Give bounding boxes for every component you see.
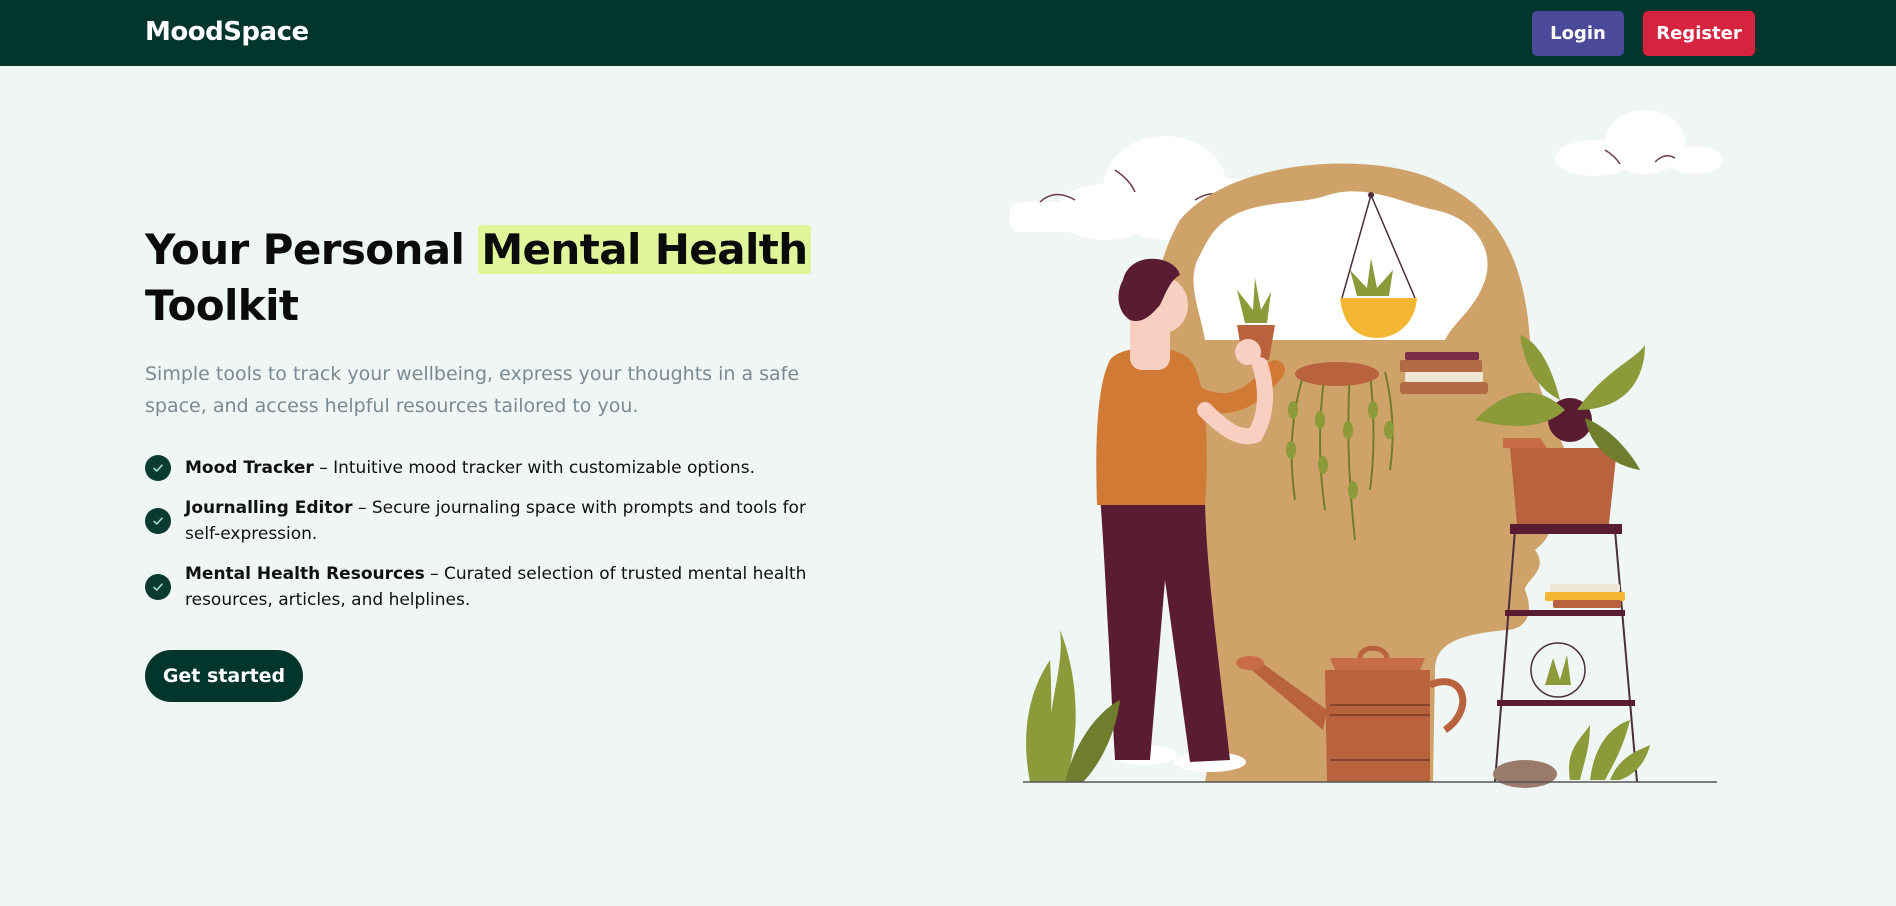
feature-description: – Intuitive mood tracker with customizab…: [313, 458, 755, 478]
check-circle-icon: [145, 574, 171, 600]
get-started-button[interactable]: Get started: [145, 650, 303, 702]
hero-title: Your Personal Mental Health Toolkit: [145, 222, 865, 334]
feature-item-mood-tracker: Mood Tracker – Intuitive mood tracker wi…: [145, 455, 835, 481]
feature-item-mental-health-resources: Mental Health Resources – Curated select…: [145, 561, 835, 613]
hero-title-highlight: Mental Health: [478, 225, 811, 274]
person-with-plants-in-head-illustration: [1010, 110, 1723, 788]
feature-name: Mental Health Resources: [185, 564, 425, 584]
login-button[interactable]: Login: [1532, 11, 1624, 56]
hero-illustration: [1005, 110, 1725, 790]
hero-title-prefix: Your Personal: [145, 225, 479, 274]
feature-text: Journalling Editor – Secure journaling s…: [185, 495, 835, 547]
feature-text: Mood Tracker – Intuitive mood tracker wi…: [185, 455, 755, 481]
hero-title-suffix: Toolkit: [145, 281, 299, 330]
brand-logo[interactable]: MoodSpace: [145, 17, 309, 47]
top-navbar: MoodSpace Login Register: [0, 0, 1896, 66]
feature-list: Mood Tracker – Intuitive mood tracker wi…: [145, 455, 835, 627]
feature-text: Mental Health Resources – Curated select…: [185, 561, 835, 613]
feature-item-journalling-editor: Journalling Editor – Secure journaling s…: [145, 495, 835, 547]
feature-name: Mood Tracker: [185, 458, 314, 478]
check-circle-icon: [145, 508, 171, 534]
register-button[interactable]: Register: [1643, 11, 1755, 56]
feature-name: Journalling Editor: [185, 498, 353, 518]
check-circle-icon: [145, 455, 171, 481]
hero-subtitle: Simple tools to track your wellbeing, ex…: [145, 363, 800, 417]
